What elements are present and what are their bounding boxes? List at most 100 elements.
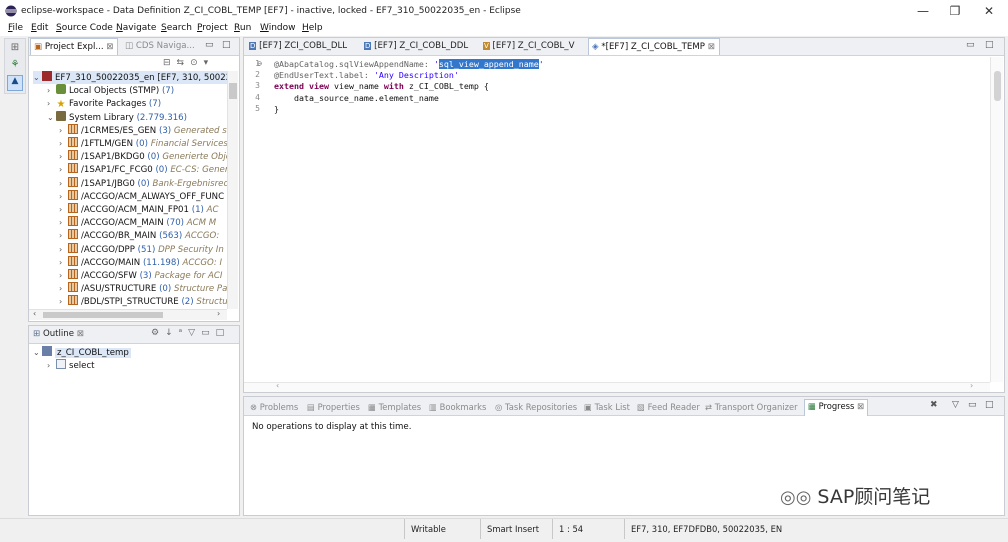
tree-package-row[interactable]: › /ACCGO/ACM_ALWAYS_OFF_FUNC <box>59 189 224 203</box>
menu-help[interactable]: Help <box>302 23 323 33</box>
tree-package-row[interactable]: › /ACCGO/BR_MAIN (563) ACCGO: <box>59 229 219 242</box>
code-line[interactable]: @AbapCatalog.sqlViewAppendName: 'sql_vie… <box>274 59 544 70</box>
tab-cds-navigator[interactable]: ◫ CDS Naviga... <box>122 38 198 55</box>
minimize-view-icon[interactable]: ▭ <box>205 40 214 50</box>
java-perspective-icon[interactable]: ⚘ <box>7 59 23 75</box>
scroll-left-icon[interactable]: ‹ <box>276 381 279 390</box>
close-icon[interactable]: ⊠ <box>854 401 864 411</box>
close-icon[interactable]: ⊠ <box>705 42 715 52</box>
collapsed-icon[interactable]: › <box>47 84 56 97</box>
tree-item-local-objects[interactable]: › Local Objects (STMP) (7) <box>47 84 174 97</box>
maximize-view-icon[interactable]: □ <box>985 400 994 410</box>
minimize-view-icon[interactable]: ▭ <box>968 400 977 410</box>
expanded-icon[interactable]: ⌄ <box>33 71 42 84</box>
collapsed-icon[interactable]: › <box>59 163 68 176</box>
collapsed-icon[interactable]: › <box>59 256 68 269</box>
tree-package-row[interactable]: › /ACCGO/ACM_MAIN (70) ACM M <box>59 216 216 229</box>
code-line[interactable]: data_source_name.element_name <box>274 93 439 104</box>
collapsed-icon[interactable]: › <box>59 190 68 203</box>
collapsed-icon[interactable]: › <box>59 150 68 163</box>
tree-package-row[interactable]: › /1SAP1/BKDG0 (0) Generierte Obje <box>59 150 227 163</box>
close-button[interactable]: ✕ <box>972 2 1006 20</box>
tree-package-row[interactable]: › /ASU/STRUCTURE (0) Structure Pa <box>59 282 227 295</box>
collapsed-icon[interactable]: › <box>59 295 68 308</box>
tab-feed-reader[interactable]: ▧ Feed Reader <box>637 402 700 412</box>
fold-toggle-icon[interactable]: ⊖ <box>254 59 262 68</box>
tree-package-row[interactable]: › /1SAP1/FC_FCG0 (0) EC-CS: Gener <box>59 163 227 176</box>
maximize-editor-icon[interactable]: □ <box>985 40 994 50</box>
code-line[interactable]: @EndUserText.label: 'Any Description' <box>274 70 459 81</box>
explorer-vertical-scrollbar[interactable] <box>227 71 238 309</box>
tree-package-row[interactable]: › /ACCGO/MAIN (11.198) ACCGO: I <box>59 255 222 269</box>
minimize-editor-icon[interactable]: ▭ <box>966 40 975 50</box>
tab-templates[interactable]: ▦ Templates <box>368 402 421 412</box>
collapsed-icon[interactable]: › <box>47 97 56 110</box>
collapsed-icon[interactable]: › <box>59 124 68 137</box>
tab-z-ci-cobl-ddl[interactable]: D [EF7] Z_CI_COBL_DDL <box>361 38 471 55</box>
link-editor-icon[interactable]: ⇆ <box>177 58 191 68</box>
close-icon[interactable]: ⊠ <box>104 42 113 52</box>
tab-transport-organizer[interactable]: ⇄ Transport Organizer <box>705 402 798 412</box>
tree-package-row[interactable]: › /1FTLM/GEN (0) Financial Services <box>59 137 227 150</box>
scrollbar-thumb[interactable] <box>229 83 237 99</box>
view-menu-icon[interactable]: ▾ <box>204 58 215 68</box>
menu-search[interactable]: Search <box>161 23 192 33</box>
tree-item-favorite-packages[interactable]: › ★ Favorite Packages (7) <box>47 97 161 110</box>
tree-root-row[interactable]: ⌄EF7_310_50022035_en [EF7, 310, 50022035… <box>33 71 227 85</box>
collapsed-icon[interactable]: › <box>59 177 68 190</box>
outline-item-view[interactable]: ⌄ z_CI_COBL_temp <box>33 346 153 359</box>
tab-z-ci-cobl-v[interactable]: V [EF7] Z_CI_COBL_V <box>480 38 577 55</box>
tree-package-row[interactable]: › /ACCGO/SFW (3) Package for ACI <box>59 269 222 282</box>
maximize-view-icon[interactable]: □ <box>216 328 231 338</box>
outline-item-select[interactable]: › select <box>47 359 95 372</box>
maximize-view-icon[interactable]: □ <box>222 40 231 50</box>
open-perspective-icon[interactable]: ⊞ <box>7 42 23 58</box>
code-line[interactable]: extend view view_name with z_CI_COBL_tem… <box>274 81 489 92</box>
collapsed-icon[interactable]: › <box>59 216 68 229</box>
code-line[interactable]: } <box>274 104 279 115</box>
tab-problems[interactable]: ⊗ Problems <box>250 402 298 412</box>
hide-fields-icon[interactable]: ⚙ <box>151 328 165 338</box>
menu-run[interactable]: Run <box>234 23 251 33</box>
scroll-left-icon[interactable]: ‹ <box>33 309 36 318</box>
collapsed-icon[interactable]: › <box>47 359 56 372</box>
menu-window[interactable]: Window <box>260 23 296 33</box>
collapsed-icon[interactable]: › <box>59 243 68 256</box>
scrollbar-thumb[interactable] <box>994 71 1001 101</box>
tab-properties[interactable]: ▤ Properties <box>307 402 360 412</box>
tab-progress[interactable]: ▦ Progress ⊠ <box>804 399 869 416</box>
code-editor[interactable]: 1 ⊖ @AbapCatalog.sqlViewAppendName: 'sql_v… <box>244 57 990 382</box>
menu-project[interactable]: Project <box>197 23 228 33</box>
sort-icon[interactable]: ↓ᵃ <box>165 328 188 338</box>
tree-package-row[interactable]: › /BDL/STPI_STRUCTURE (2) Structu <box>59 295 227 308</box>
editor-vertical-scrollbar[interactable] <box>990 57 1003 382</box>
collapsed-icon[interactable]: › <box>59 203 68 216</box>
tab-project-explorer[interactable]: ▣ Project Expl... ⊠ <box>30 38 118 55</box>
tree-package-row[interactable]: › /ACCGO/DPP (51) DPP Security In <box>59 242 224 256</box>
menu-source-code[interactable]: Source Code <box>56 23 113 33</box>
tab-task-list[interactable]: ▣ Task List <box>584 402 630 412</box>
collapsed-icon[interactable]: › <box>59 269 68 282</box>
scroll-right-icon[interactable]: › <box>970 381 973 390</box>
abap-perspective-icon[interactable]: ▲ <box>7 75 23 91</box>
collapsed-icon[interactable]: › <box>59 282 68 295</box>
tree-package-row[interactable]: › /1SAP1/JBG0 (0) Bank-Ergebnisrec <box>59 176 227 190</box>
expanded-icon[interactable]: ⌄ <box>33 346 42 359</box>
view-menu-icon[interactable]: ▽ <box>188 328 201 338</box>
tree-package-row[interactable]: › /ACCGO/ACM_MAIN_FP01 (1) AC <box>59 203 219 216</box>
close-icon[interactable]: ⊠ <box>74 329 84 339</box>
menu-file[interactable]: File <box>8 23 23 33</box>
tab-z-ci-cobl-temp[interactable]: ◈ *[EF7] Z_CI_COBL_TEMP ⊠ <box>588 38 720 55</box>
scroll-right-icon[interactable]: › <box>217 309 220 318</box>
collapsed-icon[interactable]: › <box>59 137 68 150</box>
filter-icon[interactable]: ⊙ <box>190 58 204 68</box>
menu-navigate[interactable]: Navigate <box>116 23 156 33</box>
menu-edit[interactable]: Edit <box>31 23 48 33</box>
tree-item-system-library[interactable]: ⌄ System Library (2.779.316) <box>47 110 187 124</box>
scrollbar-thumb[interactable] <box>43 312 163 318</box>
tab-bookmarks[interactable]: ▥ Bookmarks <box>429 402 486 412</box>
tree-package-row[interactable]: › /1CRMES/ES_GEN (3) Generated si <box>59 123 227 137</box>
collapse-all-icon[interactable]: ⊟ <box>163 58 177 68</box>
editor-horizontal-scrollbar[interactable]: ‹ › <box>244 381 990 392</box>
tab-outline[interactable]: ⊞ Outline ⊠ <box>30 326 87 343</box>
